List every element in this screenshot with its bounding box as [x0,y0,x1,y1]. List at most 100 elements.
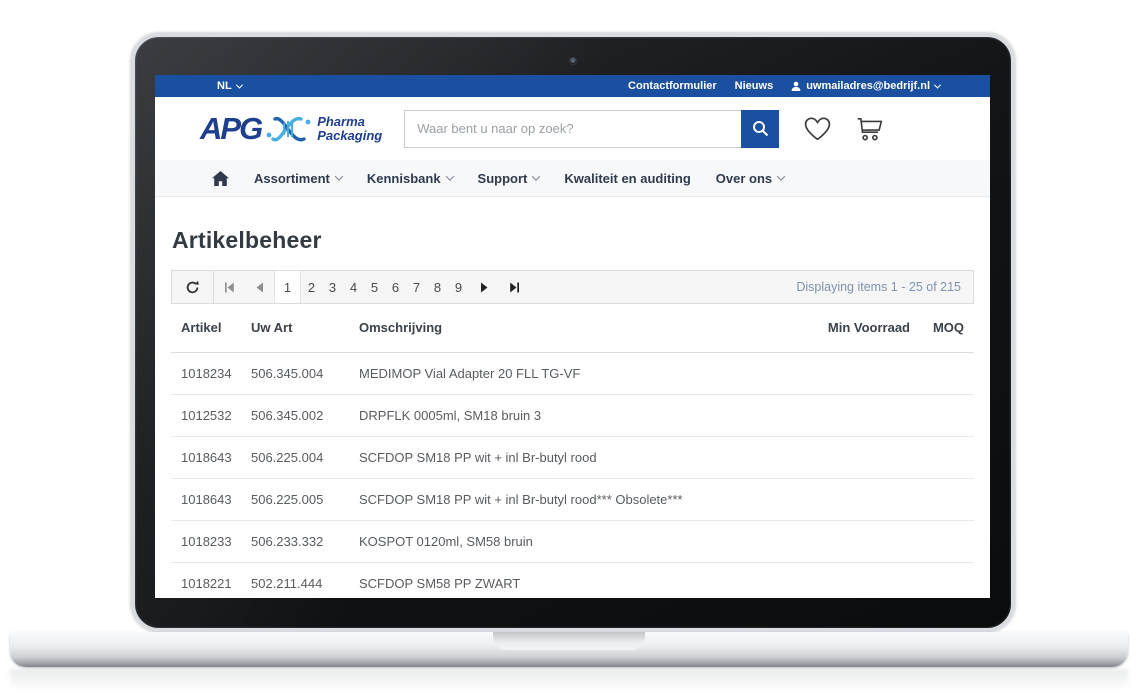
cell-moq [910,478,974,520]
grid-pager: 1 2 3 4 5 6 7 8 9 [171,270,974,304]
page-button-7[interactable]: 7 [406,271,427,303]
column-header-artikel[interactable]: Artikel [171,304,251,352]
brand-wordmark: APG [200,113,261,144]
column-header-omschrijving[interactable]: Omschrijving [359,304,802,352]
search-icon [752,120,769,137]
cell-moq [910,520,974,562]
main-navigation: Assortiment Kennisbank Support Kwaliteit… [155,160,990,197]
cell-omschrijving: SCFDOP SM18 PP wit + inl Br-butyl rood**… [359,478,802,520]
cell-uw-art: 506.225.004 [251,436,359,478]
account-menu[interactable]: uwmailadres@bedrijf.nl [791,80,940,92]
search-button[interactable] [741,110,779,148]
wishlist-button[interactable] [804,117,831,141]
page-button-4[interactable]: 4 [343,271,364,303]
page-button-1[interactable]: 1 [274,271,301,303]
laptop-base [10,632,1128,667]
chevron-down-icon [236,81,243,88]
laptop-screen-frame: NL Contactformulier Nieuws uwmailadres@b… [131,33,1015,632]
chevron-down-icon [335,172,343,180]
page-button-3[interactable]: 3 [322,271,343,303]
chevron-down-icon [777,172,785,180]
cell-omschrijving: DRPFLK 0005ml, SM18 bruin 3 [359,394,802,436]
nav-label: Over ons [716,171,772,186]
table-row[interactable]: 1018221 502.211.444 SCFDOP SM58 PP ZWART [171,562,974,598]
page-button-6[interactable]: 6 [385,271,406,303]
language-label: NL [217,80,232,92]
site-header: APG Pharma Packaging [155,97,990,160]
nav-label: Kennisbank [367,171,441,186]
column-header-moq[interactable]: MOQ [910,304,974,352]
cell-min-voorraad [802,394,910,436]
cell-uw-art: 506.225.005 [251,478,359,520]
cell-uw-art: 502.211.444 [251,562,359,598]
refresh-button[interactable] [172,271,214,303]
user-icon [791,81,801,91]
cell-omschrijving: SCFDOP SM18 PP wit + inl Br-butyl rood [359,436,802,478]
column-header-uw-art[interactable]: Uw Art [251,304,359,352]
nav-support[interactable]: Support [478,171,540,186]
table-row[interactable]: 1018234 506.345.004 MEDIMOP Vial Adapter… [171,352,974,394]
cell-uw-art: 506.345.002 [251,394,359,436]
table-row[interactable]: 1018643 506.225.004 SCFDOP SM18 PP wit +… [171,436,974,478]
prev-page-icon [255,282,264,293]
next-page-icon [480,282,489,293]
news-link[interactable]: Nieuws [735,80,774,92]
last-page-button[interactable] [499,271,529,303]
next-page-button[interactable] [469,271,499,303]
table-row[interactable]: 1018233 506.233.332 KOSPOT 0120ml, SM58 … [171,520,974,562]
search-box [404,110,779,148]
top-utility-bar: NL Contactformulier Nieuws uwmailadres@b… [155,75,990,97]
prev-page-button[interactable] [244,271,274,303]
nav-kennisbank[interactable]: Kennisbank [367,171,453,186]
cart-button[interactable] [856,116,884,142]
cell-artikel: 1018643 [171,478,251,520]
cart-icon [856,116,884,142]
page-button-2[interactable]: 2 [301,271,322,303]
cell-moq [910,436,974,478]
page-content: Artikelbeheer [155,227,990,598]
page-button-5[interactable]: 5 [364,271,385,303]
nav-label: Assortiment [254,171,330,186]
cell-artikel: 1018234 [171,352,251,394]
page-button-9[interactable]: 9 [448,271,469,303]
brand-logo[interactable]: APG Pharma Packaging [200,112,382,146]
last-page-icon [509,282,520,293]
laptop-base-notch [493,632,645,650]
cell-moq [910,352,974,394]
nav-kwaliteit-en-auditing[interactable]: Kwaliteit en auditing [564,171,690,186]
nav-assortiment[interactable]: Assortiment [254,171,342,186]
nav-over-ons[interactable]: Over ons [716,171,784,186]
articles-table: Artikel Uw Art Omschrijving Min Voorraad… [171,304,974,598]
brand-tagline: Pharma Packaging [317,115,382,142]
search-input[interactable] [404,110,741,148]
heart-icon [804,117,831,141]
laptop-reflection [10,669,1128,691]
page-button-8[interactable]: 8 [427,271,448,303]
cell-moq [910,394,974,436]
pager-status: Displaying items 1 - 25 of 215 [796,280,973,294]
chevron-down-icon [445,172,453,180]
cell-min-voorraad [802,352,910,394]
contact-form-link[interactable]: Contactformulier [628,80,717,92]
cell-uw-art: 506.345.004 [251,352,359,394]
cell-uw-art: 506.233.332 [251,520,359,562]
browser-viewport: NL Contactformulier Nieuws uwmailadres@b… [155,75,990,598]
cell-min-voorraad [802,520,910,562]
first-page-icon [224,282,235,293]
table-row[interactable]: 1018643 506.225.005 SCFDOP SM18 PP wit +… [171,478,974,520]
nav-home[interactable] [212,171,229,186]
cell-artikel: 1012532 [171,394,251,436]
webcam-icon [569,57,577,65]
brand-tagline-line2: Packaging [317,128,382,143]
user-email: uwmailadres@bedrijf.nl [806,80,930,92]
nav-label: Support [478,171,528,186]
first-page-button[interactable] [214,271,244,303]
cell-moq [910,562,974,598]
chevron-down-icon [532,172,540,180]
column-header-min-voorraad[interactable]: Min Voorraad [802,304,910,352]
cell-omschrijving: MEDIMOP Vial Adapter 20 FLL TG-VF [359,352,802,394]
cell-omschrijving: KOSPOT 0120ml, SM58 bruin [359,520,802,562]
table-header-row: Artikel Uw Art Omschrijving Min Voorraad… [171,304,974,352]
language-selector[interactable]: NL [217,80,242,92]
table-row[interactable]: 1012532 506.345.002 DRPFLK 0005ml, SM18 … [171,394,974,436]
